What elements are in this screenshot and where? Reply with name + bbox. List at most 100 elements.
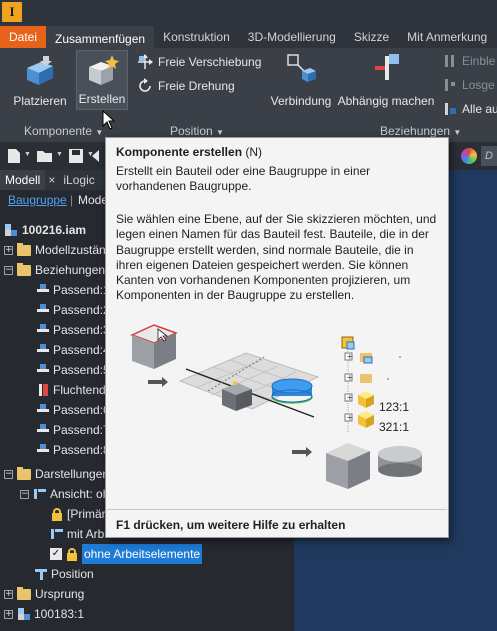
- tree-item-passend-6[interactable]: Passend:6: [36, 400, 110, 420]
- tree-item-passend-3[interactable]: Passend:3: [36, 320, 110, 340]
- chevron-down-icon[interactable]: ▼: [24, 151, 31, 158]
- place-component-icon: [27, 56, 53, 85]
- tab-skizze[interactable]: Skizze: [345, 26, 398, 48]
- tree-item-label: Passend:7: [53, 423, 110, 437]
- tab-3d-modellierung[interactable]: 3D-Modellierung: [239, 26, 345, 48]
- tab-ilogic[interactable]: iLogic: [58, 170, 99, 190]
- mate-constraint-icon: [36, 403, 50, 417]
- tree-item-label: Darstellungen: [35, 467, 110, 481]
- verbindung-label: Verbindung: [270, 94, 332, 108]
- collapse-icon[interactable]: −: [4, 469, 13, 479]
- tree-item-modellzustaende[interactable]: + Modellzustände: [4, 240, 119, 260]
- constraint-icon: [375, 54, 399, 80]
- tree-item-100183[interactable]: +100183:1: [4, 604, 84, 624]
- collapse-icon[interactable]: −: [4, 265, 13, 275]
- losgeloest-button[interactable]: Losge: [443, 78, 495, 92]
- ribbon-tabs: Datei Zusammenfügen Konstruktion 3D-Mode…: [0, 26, 497, 48]
- tree-item-passend-7[interactable]: Passend:7: [36, 420, 110, 440]
- lock-icon: [50, 507, 64, 521]
- folder-icon: [17, 466, 31, 480]
- alle-ausblenden-button[interactable]: Alle au: [443, 102, 497, 116]
- tree-item-passend-4[interactable]: Passend:4: [36, 340, 110, 360]
- panel-position-label: Position: [170, 124, 213, 138]
- tab-datei[interactable]: Datei: [0, 26, 47, 48]
- chevron-down-icon[interactable]: ▼: [56, 151, 63, 158]
- tab-konstruktion[interactable]: Konstruktion: [154, 26, 239, 48]
- tree-item-primaer[interactable]: [Primär]: [50, 504, 109, 524]
- tree-item-ursprung[interactable]: + Ursprung: [4, 584, 84, 604]
- panel-toggle[interactable]: D: [481, 146, 497, 166]
- tooltip-title-text: Komponente erstellen: [116, 145, 243, 159]
- tree-item-label: Ursprung: [35, 587, 85, 601]
- tree-item-label: Position: [51, 567, 94, 581]
- expand-icon[interactable]: +: [4, 609, 13, 619]
- mate-constraint-icon: [36, 283, 50, 297]
- tree-item-label: [Primär]: [67, 507, 109, 521]
- folder-icon: [17, 586, 31, 600]
- tree-item-fluchtend-1[interactable]: Fluchtend:1: [36, 380, 116, 400]
- tree-item-label: 100183:1: [34, 607, 85, 621]
- new-file-icon[interactable]: [6, 148, 22, 164]
- freie-verschiebung-label: Freie Verschiebung: [158, 55, 262, 69]
- tooltip-title: Komponente erstellen (N): [116, 145, 262, 159]
- close-tab-button[interactable]: ×: [45, 170, 58, 190]
- checkbox-checked-icon[interactable]: ✓: [50, 548, 62, 560]
- tree-item-passend-2[interactable]: Passend:2: [36, 300, 110, 320]
- tab-mit-anmerkung[interactable]: Mit Anmerkung: [398, 26, 496, 48]
- expand-icon[interactable]: +: [4, 589, 13, 599]
- panel-komponente[interactable]: Komponente ▼: [24, 124, 103, 138]
- appearance-icon[interactable]: [461, 148, 477, 164]
- freie-verschiebung-button[interactable]: Freie Verschiebung: [137, 54, 261, 70]
- open-folder-icon[interactable]: [36, 148, 54, 164]
- tree-item-position[interactable]: Position: [34, 564, 94, 584]
- create-component-icon: [89, 55, 119, 85]
- erstellen-button[interactable]: Erstellen: [76, 50, 128, 110]
- panel-beziehungen[interactable]: Beziehungen ▼: [380, 124, 461, 138]
- tree-item-passend-8[interactable]: Passend:8: [36, 440, 110, 460]
- tooltip-separator: [107, 509, 447, 510]
- einblenden-button[interactable]: Einble: [443, 54, 495, 68]
- cube-with-selected-face-icon: [130, 324, 178, 369]
- tree-item-label: Passend:2: [53, 303, 110, 317]
- tab-ilogic-label: iLogic: [63, 173, 95, 187]
- tree-item-label: Passend:3: [53, 323, 110, 337]
- platzieren-button[interactable]: Platzieren: [10, 52, 70, 108]
- illustration-browser-snippet: + + + +: [341, 336, 401, 433]
- tree-item-ohne-arbeitselemente[interactable]: ✓ ohne Arbeitselemente: [50, 544, 203, 564]
- tree-root[interactable]: 100216.iam: [4, 220, 86, 240]
- tree-item-label: ohne Arbeitselemente: [82, 544, 203, 564]
- flush-constraint-icon: [36, 383, 50, 397]
- verbindung-button[interactable]: Verbindung: [268, 52, 334, 108]
- freie-drehung-button[interactable]: Freie Drehung: [137, 78, 235, 94]
- lock-icon: [65, 547, 79, 561]
- svg-text:+: +: [347, 413, 354, 422]
- expand-icon[interactable]: +: [4, 245, 13, 255]
- view-rep-icon: [33, 487, 47, 501]
- tree-item-label: Passend:4: [53, 343, 110, 357]
- tree-item-passend-5[interactable]: Passend:5: [36, 360, 110, 380]
- tree-item-passend-1[interactable]: Passend:1: [36, 280, 110, 300]
- chevron-down-icon: ▼: [453, 128, 462, 137]
- undo-icon[interactable]: [92, 149, 106, 163]
- tree-item-beziehungen[interactable]: − Beziehungen: [4, 260, 105, 280]
- tree-item-label: Passend:6: [53, 403, 110, 417]
- panel-position[interactable]: Position ▼: [170, 124, 224, 138]
- tooltip-footer: F1 drücken, um weitere Hilfe zu erhalten: [116, 518, 346, 532]
- tab-modell[interactable]: Modell: [0, 170, 46, 190]
- tree-item-label: Beziehungen: [35, 263, 106, 277]
- rotate-icon: [139, 78, 151, 92]
- tooltip-description: Sie wählen eine Ebene, auf der Sie skizz…: [116, 212, 437, 303]
- tab-zusammenfuegen[interactable]: Zusammenfügen: [46, 26, 155, 48]
- abhaengig-machen-button[interactable]: Abhängig machen: [336, 52, 436, 108]
- collapse-icon[interactable]: −: [20, 489, 29, 499]
- app-logo[interactable]: I: [2, 2, 22, 22]
- crumb-baugruppe[interactable]: Baugruppe: [8, 193, 67, 207]
- freie-drehung-label: Freie Drehung: [158, 79, 235, 93]
- tooltip-shortcut: (N): [245, 145, 263, 159]
- panel-komponente-label: Komponente: [24, 124, 93, 138]
- save-icon[interactable]: [68, 148, 84, 164]
- position-rep-icon: [34, 567, 48, 581]
- tree-item-darstellungen[interactable]: − Darstellungen: [4, 464, 109, 484]
- mouse-cursor-icon: [102, 110, 116, 130]
- crumb-separator: |: [70, 193, 74, 207]
